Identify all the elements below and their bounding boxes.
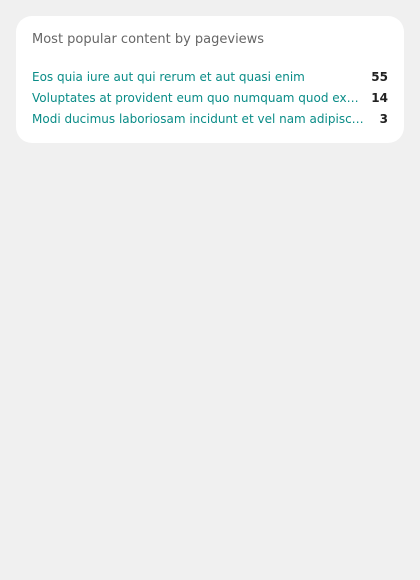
- list-item: Voluptates at provident eum quo numquam …: [32, 87, 388, 108]
- pageview-count: 14: [371, 90, 388, 105]
- content-link[interactable]: Eos quia iure aut qui rerum et aut quasi…: [32, 70, 363, 84]
- card-title: Most popular content by pageviews: [32, 32, 265, 47]
- popular-content-card: Most popular content by pageviews Eos qu…: [16, 16, 404, 143]
- pageview-count: 3: [379, 111, 388, 126]
- content-link[interactable]: Modi ducimus laboriosam incidunt et vel …: [32, 112, 366, 126]
- list-item: Eos quia iure aut qui rerum et aut quasi…: [32, 66, 388, 87]
- list-item: Modi ducimus laboriosam incidunt et vel …: [32, 108, 388, 129]
- pageview-count: 55: [371, 69, 388, 84]
- content-link[interactable]: Voluptates at provident eum quo numquam …: [32, 91, 363, 105]
- popular-content-list: Eos quia iure aut qui rerum et aut quasi…: [32, 66, 388, 129]
